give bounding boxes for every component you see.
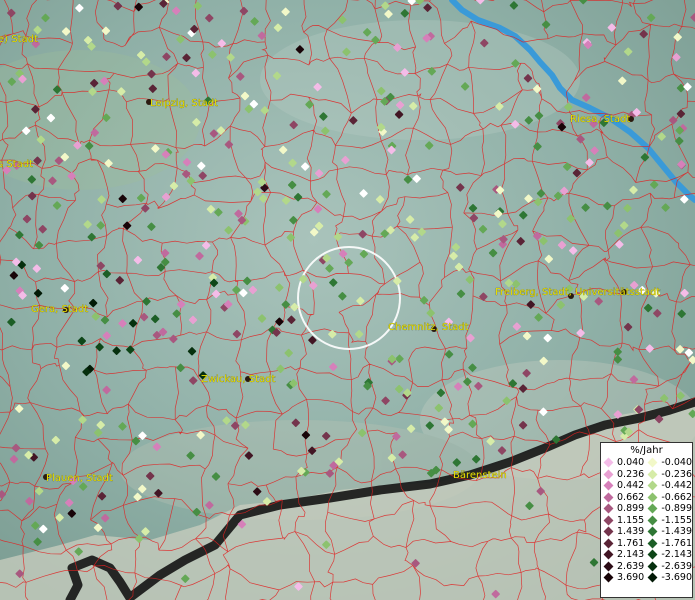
diamond-swatch-icon <box>647 549 658 560</box>
diamond-swatch-icon <box>647 538 658 549</box>
city-label-plauen: Plauen, Stadt <box>46 473 113 484</box>
diamond-swatch-icon <box>603 538 614 549</box>
positive-legend-label: 1.155 <box>617 514 645 526</box>
city-label-chemnitz: Chemnitz, Stadt <box>388 322 469 333</box>
city-label-zwickau: Zwickau, Stadt <box>201 374 275 385</box>
negative-legend-item: -0.899 <box>647 503 692 515</box>
negative-legend-item: -3.690 <box>647 572 692 584</box>
diamond-swatch-icon <box>647 526 658 537</box>
positive-legend-item: 1.761 <box>603 538 647 550</box>
positive-legend-item: 0.899 <box>603 503 647 515</box>
diamond-swatch-icon <box>603 469 614 480</box>
negative-legend-item: -1.761 <box>647 538 692 550</box>
city-label-left-top: e) Stadt <box>0 34 38 45</box>
negative-legend-label: -3.690 <box>661 572 692 584</box>
positive-legend-label: 0.442 <box>617 480 645 492</box>
positive-legend-item: 2.639 <box>603 561 647 573</box>
negative-legend-item: -0.236 <box>647 469 692 481</box>
positive-legend-label: 0.236 <box>617 468 645 480</box>
legend-positive-column: 0.040 0.236 0.442 0.662 0.899 1.155 1.439 1.761… <box>603 457 647 584</box>
negative-legend-label: -0.662 <box>661 491 692 503</box>
diamond-swatch-icon <box>603 549 614 560</box>
negative-legend-label: -0.442 <box>661 480 692 492</box>
diamond-swatch-icon <box>603 526 614 537</box>
diamond-swatch-icon <box>647 572 658 583</box>
negative-legend-label: -0.040 <box>661 457 692 469</box>
positive-legend-item: 0.236 <box>603 469 647 481</box>
negative-legend-label: -0.236 <box>661 468 692 480</box>
diamond-swatch-icon <box>647 561 658 572</box>
positive-legend-label: 2.143 <box>617 549 645 561</box>
diamond-swatch-icon <box>647 515 658 526</box>
diamond-swatch-icon <box>603 561 614 572</box>
positive-legend-label: 1.761 <box>617 537 645 549</box>
negative-legend-item: -0.442 <box>647 480 692 492</box>
legend: %/Jahr 0.040 0.236 0.442 0.662 0.899 1.155 1.4… <box>600 442 693 598</box>
negative-legend-label: -2.143 <box>661 549 692 561</box>
negative-legend-label: -1.439 <box>661 526 692 538</box>
diamond-swatch-icon <box>603 492 614 503</box>
positive-legend-label: 0.662 <box>617 491 645 503</box>
negative-legend-label: -1.761 <box>661 537 692 549</box>
city-label-left-mid: s Stadt <box>0 159 33 170</box>
diamond-swatch-icon <box>647 469 658 480</box>
positive-legend-label: 2.639 <box>617 560 645 572</box>
negative-legend-item: -1.155 <box>647 515 692 527</box>
diamond-swatch-icon <box>647 492 658 503</box>
positive-legend-label: 0.040 <box>617 457 645 469</box>
negative-legend-label: -2.639 <box>661 560 692 572</box>
city-label-baerenstein: Bärenstein <box>453 470 507 481</box>
legend-title: %/Jahr <box>630 445 663 456</box>
city-label-freiberg: Freiberg, Stadt, Universitätsstadt <box>495 287 660 298</box>
negative-legend-label: -0.899 <box>661 503 692 515</box>
diamond-swatch-icon <box>603 515 614 526</box>
map-canvas[interactable]: Leipzig, Stadt Riesa, Stadt Gera, Stadt … <box>0 0 695 600</box>
diamond-swatch-icon <box>603 457 614 468</box>
negative-legend-item: -2.639 <box>647 561 692 573</box>
positive-legend-label: 3.690 <box>617 572 645 584</box>
city-label-gera: Gera, Stadt <box>31 304 88 315</box>
positive-legend-item: 0.040 <box>603 457 647 469</box>
negative-legend-item: -2.143 <box>647 549 692 561</box>
diamond-swatch-icon <box>603 503 614 514</box>
negative-legend-label: -1.155 <box>661 514 692 526</box>
positive-legend-item: 2.143 <box>603 549 647 561</box>
negative-legend-item: -1.439 <box>647 526 692 538</box>
diamond-swatch-icon <box>647 480 658 491</box>
negative-legend-item: -0.662 <box>647 492 692 504</box>
legend-negative-column: -0.040 -0.236 -0.442 -0.662 -0.899 -1.155 -1.4… <box>647 457 692 584</box>
positive-legend-label: 1.439 <box>617 526 645 538</box>
positive-legend-item: 0.442 <box>603 480 647 492</box>
positive-legend-item: 1.439 <box>603 526 647 538</box>
negative-legend-item: -0.040 <box>647 457 692 469</box>
positive-legend-item: 1.155 <box>603 515 647 527</box>
diamond-swatch-icon <box>603 572 614 583</box>
diamond-swatch-icon <box>647 503 658 514</box>
diamond-swatch-icon <box>603 480 614 491</box>
positive-legend-label: 0.899 <box>617 503 645 515</box>
diamond-swatch-icon <box>647 457 658 468</box>
positive-legend-item: 3.690 <box>603 572 647 584</box>
city-label-leipzig: Leipzig, Stadt <box>150 98 218 109</box>
positive-legend-item: 0.662 <box>603 492 647 504</box>
city-label-riesa: Riesa, Stadt <box>570 114 630 125</box>
